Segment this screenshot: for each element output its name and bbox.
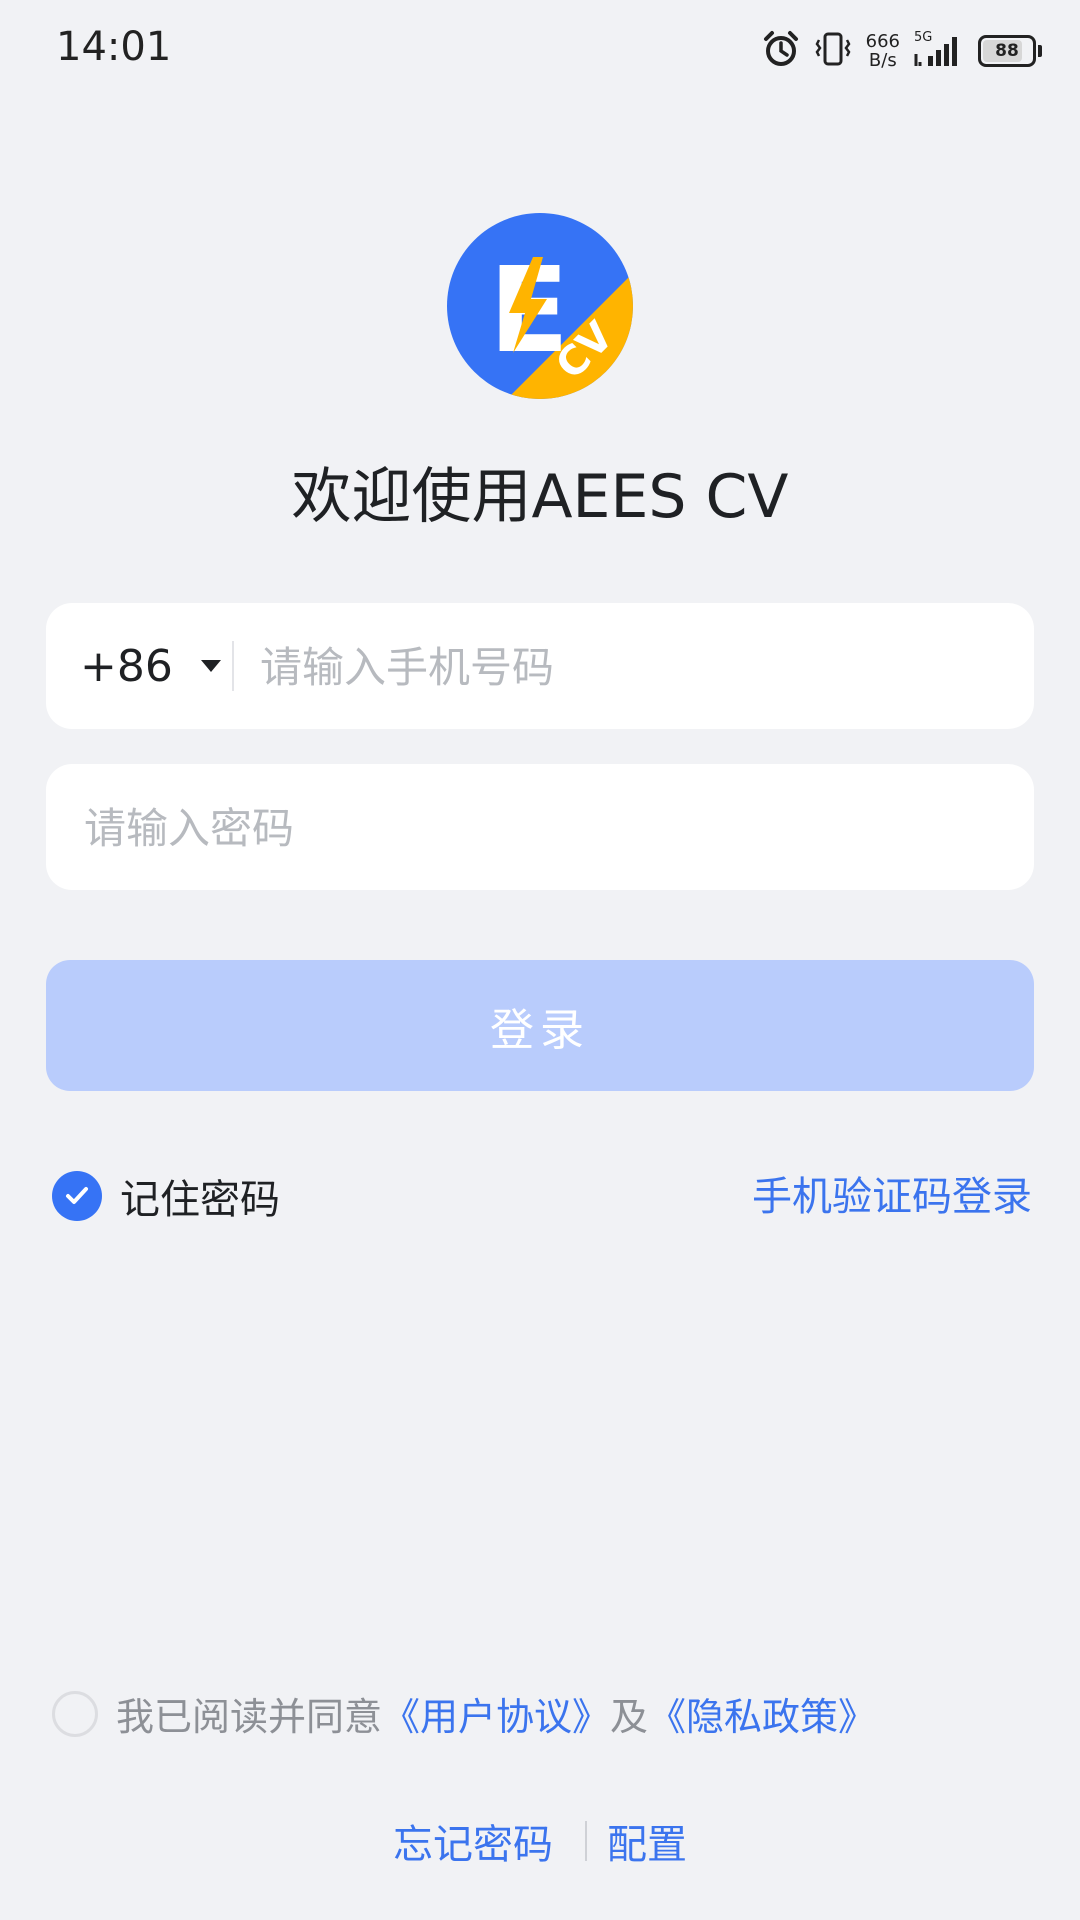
battery-percent: 88: [995, 41, 1019, 61]
footer-links: 忘记密码 配置: [0, 1812, 1080, 1870]
privacy-policy-link[interactable]: 《隐私政策》: [648, 1686, 876, 1741]
agreement-text: 我已阅读并同意: [116, 1695, 383, 1739]
vibrate-icon: [814, 31, 852, 71]
caret-down-icon: [200, 660, 221, 672]
field-divider: [232, 641, 234, 691]
password-input[interactable]: [82, 764, 1006, 892]
status-bar: 14:01 666 B/s 5G 88: [0, 0, 1080, 100]
phone-input[interactable]: [258, 603, 1002, 731]
user-agreement-link[interactable]: 《用户协议》: [382, 1686, 610, 1741]
checkbox-checked-icon[interactable]: [52, 1171, 102, 1221]
remember-password-label: 记住密码: [120, 1177, 280, 1223]
network-type-label: 5G: [914, 30, 933, 45]
forgot-password-link[interactable]: 忘记密码: [393, 1812, 553, 1870]
battery-icon: 88: [978, 35, 1042, 67]
country-code-selector[interactable]: +86: [80, 603, 221, 729]
footer-divider: [585, 1821, 587, 1861]
app-logo: E CV: [447, 213, 633, 399]
signal-icon: 5G: [914, 30, 964, 68]
welcome-title: 欢迎使用AEES CV: [291, 462, 789, 532]
agreement-checkbox-icon[interactable]: [52, 1690, 98, 1737]
status-icons: 666 B/s 5G 88: [762, 26, 1042, 76]
status-time: 14:01: [56, 24, 172, 70]
agreement: 我已阅读并同意 《用户协议》 及 《隐私政策》: [52, 1686, 876, 1741]
remember-password[interactable]: 记住密码: [52, 1167, 280, 1225]
agreement-and-text: 及: [610, 1695, 649, 1739]
login-button[interactable]: 登录: [46, 960, 1034, 1091]
phone-field: +86: [46, 603, 1034, 731]
country-code: +86: [80, 640, 173, 692]
password-field: [46, 764, 1034, 892]
network-speed: 666 B/s: [865, 31, 900, 71]
config-link[interactable]: 配置: [607, 1812, 687, 1870]
sms-login-link[interactable]: 手机验证码登录: [752, 1164, 1032, 1222]
alarm-icon: [762, 30, 800, 72]
